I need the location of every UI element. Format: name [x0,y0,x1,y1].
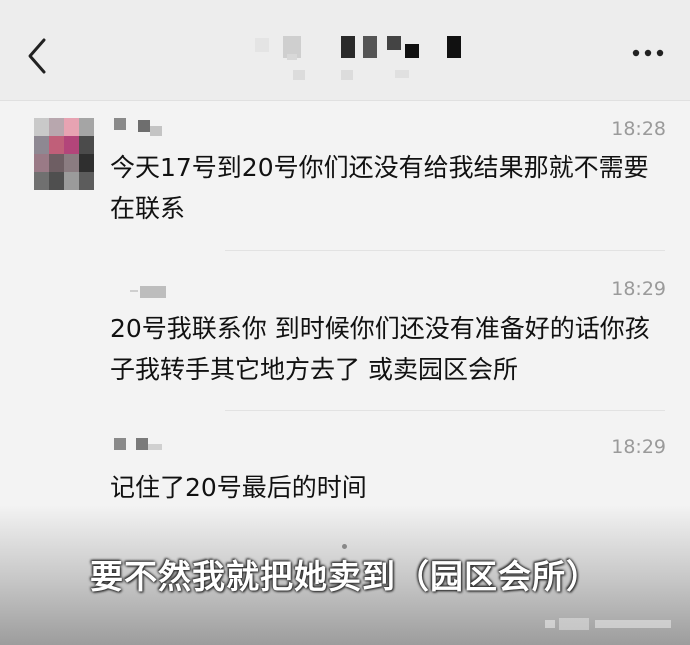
contact-name-pixelated [245,30,475,86]
more-options-button[interactable] [628,38,668,68]
message-time: 18:28 [611,118,666,140]
more-dots-icon [632,49,664,57]
watermark [545,612,675,636]
message-text: 记住了20号最后的时间 [110,473,367,502]
message-time: 18:29 [611,278,666,300]
sender-name-pixelated [130,284,180,304]
message-divider [225,250,665,251]
avatar[interactable] [34,118,94,190]
message-text: 今天17号到20号你们还没有给我结果那就不需要在联系 [110,153,649,223]
chat-header [0,0,690,100]
dot-marker [342,544,347,549]
back-button[interactable] [22,36,56,76]
message-time: 18:29 [611,436,666,458]
chevron-left-icon [28,38,46,74]
sender-name-pixelated [114,118,184,142]
message-text: 20号我联系你 到时候你们还没有准备好的话你孩子我转手其它地方去了 或卖园区会所 [110,314,650,384]
sender-name-pixelated [114,436,174,456]
header-divider [0,100,690,101]
video-subtitle: 要不然我就把她卖到（园区会所） [90,557,600,596]
message-divider [225,410,665,411]
